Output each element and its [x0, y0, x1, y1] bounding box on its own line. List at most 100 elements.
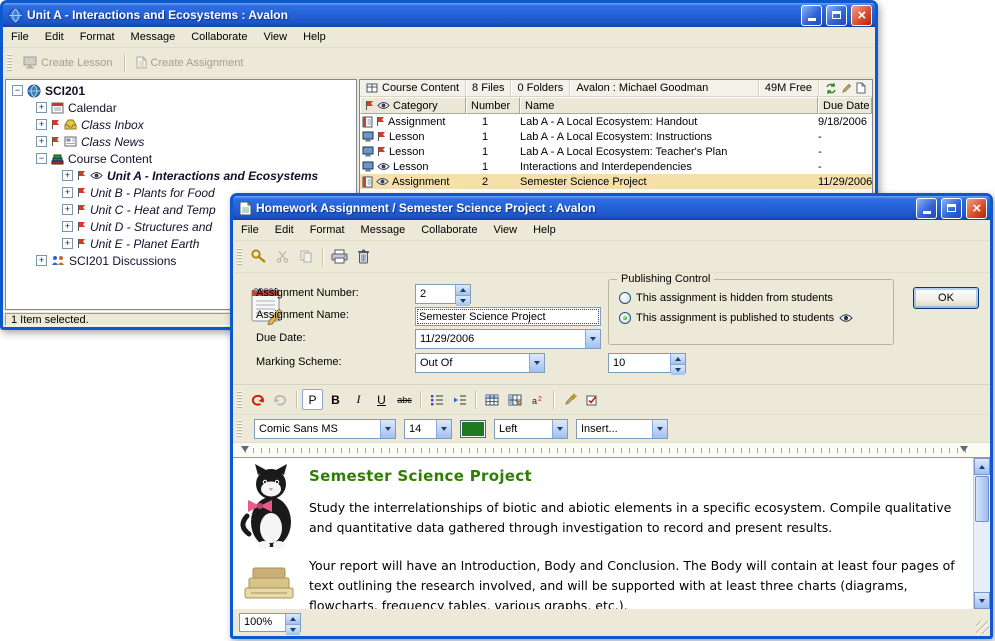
compose-icon[interactable]	[856, 82, 866, 94]
underline-button[interactable]: U	[371, 389, 392, 410]
assignment-number-spinner[interactable]: 2	[415, 284, 471, 304]
menu-view[interactable]: View	[485, 221, 525, 239]
due-date-combo[interactable]: 11/29/2006	[415, 329, 601, 349]
radio-unchecked-icon[interactable]	[619, 292, 631, 304]
close-button[interactable]	[966, 198, 987, 219]
scroll-down-button[interactable]	[974, 592, 990, 609]
font-color-swatch[interactable]	[460, 420, 486, 438]
menu-message[interactable]: Message	[123, 28, 184, 46]
resize-grip[interactable]	[976, 621, 989, 634]
expand-icon[interactable]	[36, 136, 47, 147]
spin-up-icon[interactable]	[671, 354, 685, 364]
column-number[interactable]: Number	[466, 97, 520, 114]
delete-button[interactable]	[351, 245, 375, 269]
redo-button[interactable]	[270, 389, 291, 410]
insert-combo[interactable]: Insert...	[576, 419, 668, 439]
ok-button[interactable]: OK	[913, 287, 979, 309]
table-properties-button[interactable]	[504, 389, 525, 410]
expand-icon[interactable]	[62, 238, 73, 249]
tree-item-class-news[interactable]: Class News	[6, 133, 356, 150]
content-row-selected[interactable]: Assignment 2 Semester Science Project 11…	[360, 174, 872, 189]
bold-button[interactable]: B	[325, 389, 346, 410]
collapse-icon[interactable]	[36, 153, 47, 164]
marking-scheme-combo[interactable]: Out Of	[415, 353, 545, 373]
margin-marker-icon[interactable]	[960, 446, 968, 456]
menu-file[interactable]: File	[3, 28, 37, 46]
document-editor[interactable]: Semester Science Project Study the inter…	[233, 458, 990, 609]
create-assignment-button[interactable]: Create Assignment	[129, 53, 251, 72]
expand-icon[interactable]	[36, 119, 47, 130]
menu-help[interactable]: Help	[295, 28, 334, 46]
indent-marker-icon[interactable]	[241, 446, 249, 456]
zoom-control[interactable]: 100%	[239, 613, 301, 632]
titlebar[interactable]: Unit A - Interactions and Ecosystems : A…	[3, 3, 875, 27]
maximize-button[interactable]	[941, 198, 962, 219]
superscript-button[interactable]: a2	[527, 389, 548, 410]
menu-view[interactable]: View	[255, 28, 295, 46]
expand-icon[interactable]	[62, 170, 73, 181]
expand-icon[interactable]	[62, 187, 73, 198]
chevron-down-icon[interactable]	[552, 420, 567, 438]
print-button[interactable]	[327, 245, 351, 269]
italic-button[interactable]: I	[348, 389, 369, 410]
tree-item-sci201[interactable]: SCI201	[6, 82, 356, 99]
tree-item-calendar[interactable]: Calendar	[6, 99, 356, 116]
menu-collaborate[interactable]: Collaborate	[183, 28, 255, 46]
expand-icon[interactable]	[36, 255, 47, 266]
refresh-icon[interactable]	[825, 83, 837, 94]
toolbar-grip[interactable]	[237, 391, 242, 409]
key-search-button[interactable]	[246, 245, 270, 269]
content-row[interactable]: Lesson 1 Lab A - A Local Ecosystem: Inst…	[360, 129, 872, 144]
font-size-combo[interactable]: 14	[404, 419, 452, 439]
collapse-icon[interactable]	[12, 85, 23, 96]
vertical-scrollbar[interactable]	[973, 458, 990, 609]
content-row[interactable]: Lesson 1 Lab A - A Local Ecosystem: Teac…	[360, 144, 872, 159]
chevron-down-icon[interactable]	[652, 420, 667, 438]
minimize-button[interactable]	[801, 5, 822, 26]
align-combo[interactable]: Left	[494, 419, 568, 439]
marking-value-spinner[interactable]: 10	[608, 353, 686, 373]
expand-icon[interactable]	[36, 102, 47, 113]
published-radio[interactable]: This assignment is published to students	[619, 312, 853, 324]
zoom-out-icon[interactable]	[286, 624, 300, 635]
expand-icon[interactable]	[62, 221, 73, 232]
scroll-up-button[interactable]	[974, 458, 990, 475]
chevron-down-icon[interactable]	[585, 330, 600, 348]
undo-button[interactable]	[247, 389, 268, 410]
tree-item-course-content[interactable]: Course Content	[6, 150, 356, 167]
font-family-combo[interactable]: Comic Sans MS	[254, 419, 396, 439]
zoom-in-icon[interactable]	[286, 614, 300, 624]
hidden-radio[interactable]: This assignment is hidden from students	[619, 292, 833, 304]
chevron-down-icon[interactable]	[529, 354, 544, 372]
toolbar-grip[interactable]	[7, 54, 12, 72]
column-category[interactable]: Category	[360, 97, 466, 114]
spellcheck-button[interactable]	[582, 389, 603, 410]
spin-down-icon[interactable]	[456, 295, 470, 306]
maximize-button[interactable]	[826, 5, 847, 26]
content-row[interactable]: Lesson 1 Interactions and Interdependenc…	[360, 159, 872, 174]
spin-down-icon[interactable]	[671, 364, 685, 375]
paragraph-button[interactable]: P	[302, 389, 323, 410]
scroll-thumb[interactable]	[975, 476, 989, 522]
cut-button[interactable]	[270, 245, 294, 269]
document-body[interactable]: Semester Science Project Study the inter…	[305, 458, 973, 609]
assignment-name-input[interactable]	[415, 307, 601, 326]
numbered-list-button[interactable]	[426, 389, 447, 410]
tree-item-unit-a[interactable]: Unit A - Interactions and Ecosystems	[6, 167, 356, 184]
menu-format[interactable]: Format	[302, 221, 353, 239]
insert-table-button[interactable]	[481, 389, 502, 410]
radio-checked-icon[interactable]	[619, 312, 631, 324]
menu-collaborate[interactable]: Collaborate	[413, 221, 485, 239]
expand-icon[interactable]	[62, 204, 73, 215]
content-row[interactable]: Assignment 1 Lab A - A Local Ecosystem: …	[360, 114, 872, 129]
edit-pencil-icon[interactable]	[841, 83, 852, 94]
column-due-date[interactable]: Due Date	[818, 97, 872, 114]
chevron-down-icon[interactable]	[436, 420, 451, 438]
column-name[interactable]: Name	[520, 97, 818, 114]
copy-button[interactable]	[294, 245, 318, 269]
menu-edit[interactable]: Edit	[267, 221, 302, 239]
create-lesson-button[interactable]: Create Lesson	[16, 53, 120, 72]
ruler[interactable]	[233, 443, 990, 458]
menu-edit[interactable]: Edit	[37, 28, 72, 46]
toolbar-grip[interactable]	[237, 420, 242, 438]
